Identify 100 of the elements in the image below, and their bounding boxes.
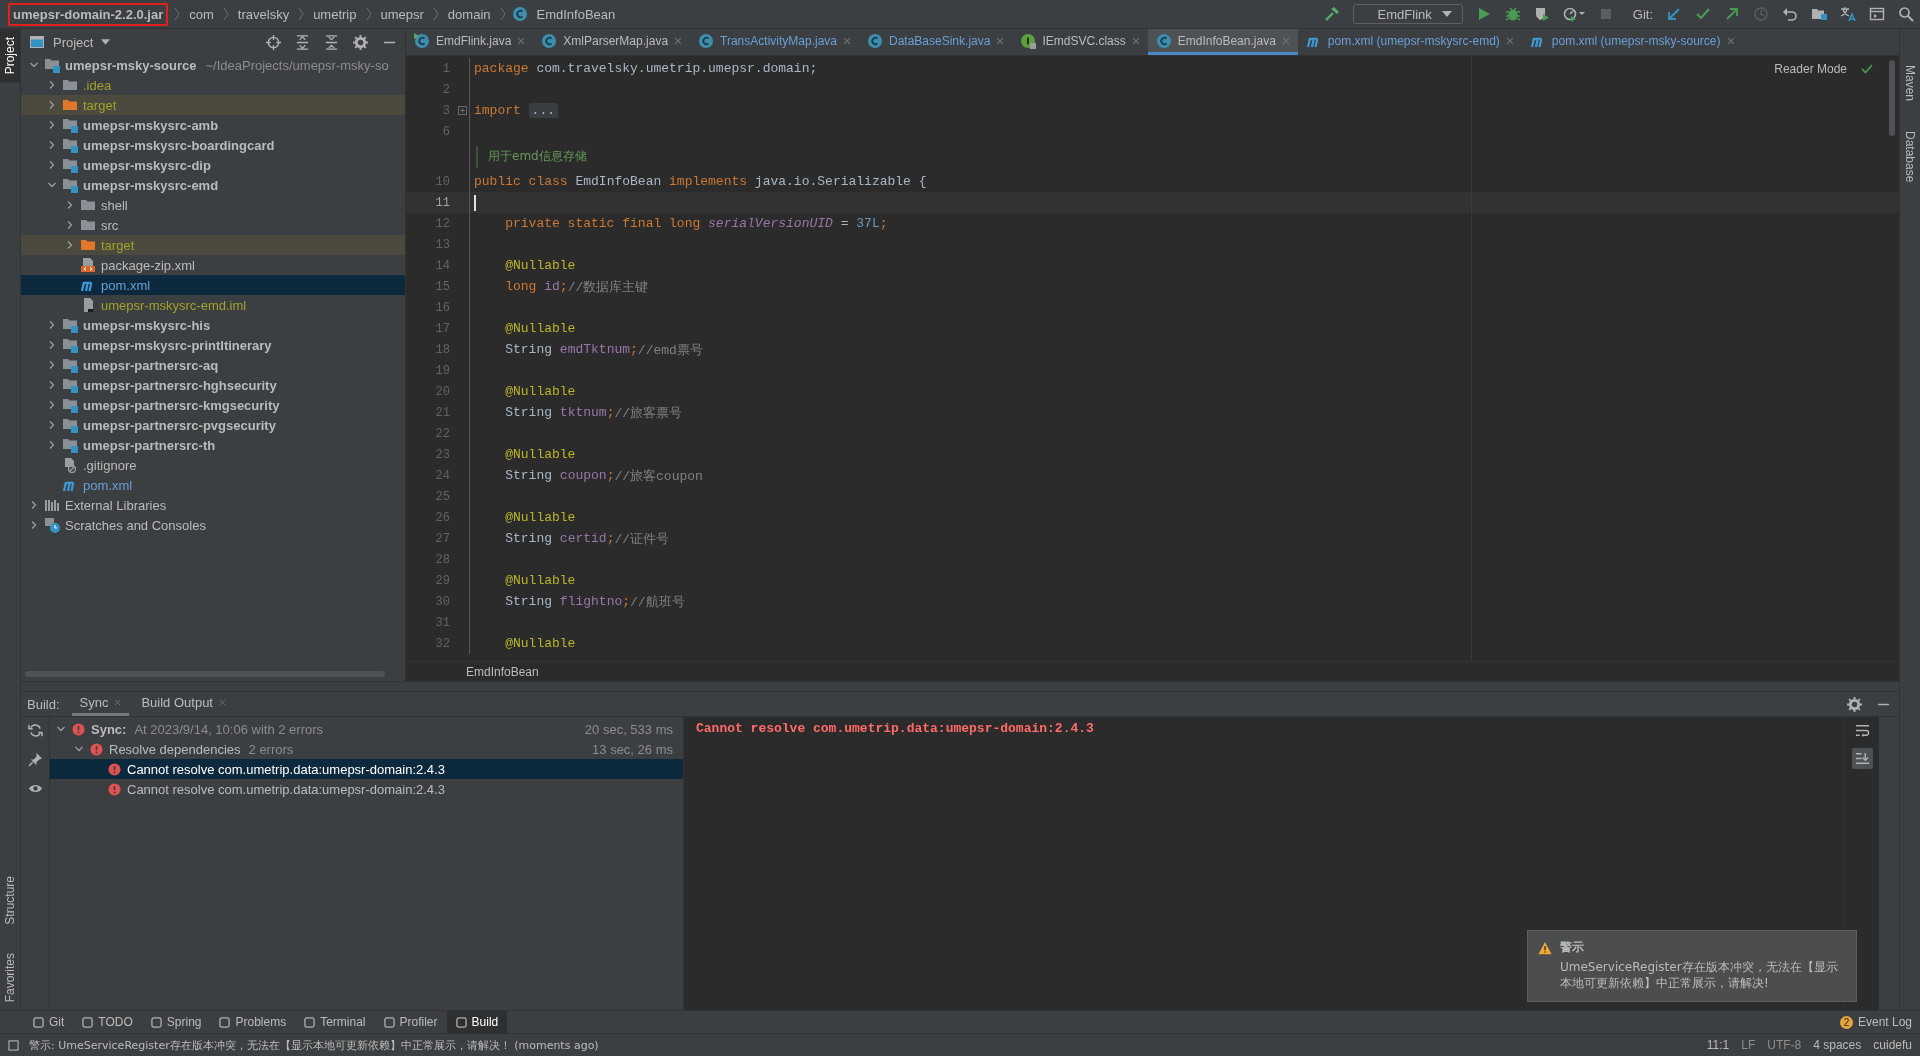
- breadcrumb-item[interactable]: umetrip: [310, 4, 360, 24]
- tree-item[interactable]: target: [21, 95, 405, 115]
- editor-tab[interactable]: EmdFlink.java: [406, 29, 534, 55]
- tree-item[interactable]: umepsr-mskysrc-amb: [21, 115, 405, 135]
- folded-code[interactable]: ...: [528, 103, 558, 118]
- tool-window-tab[interactable]: Maven: [1900, 57, 1920, 110]
- close-icon[interactable]: [517, 36, 526, 45]
- tool-window-button[interactable]: Spring: [141, 1011, 211, 1033]
- search-icon[interactable]: [1898, 6, 1914, 22]
- translate-icon[interactable]: [1840, 6, 1856, 22]
- settings-icon[interactable]: [353, 34, 368, 50]
- build-tree-item[interactable]: Sync: At 2023/9/14, 10:06 with 2 errors 20 sec, 533 ms: [50, 719, 683, 739]
- tool-window-tab[interactable]: Structure: [0, 867, 20, 933]
- build-tree-item[interactable]: Resolve dependencies 2 errors 13 sec, 26 ms: [50, 739, 683, 759]
- panel-tab[interactable]: Build Output: [133, 692, 234, 716]
- window-icon[interactable]: [1869, 6, 1885, 22]
- tool-window-button[interactable]: Git: [24, 1011, 74, 1033]
- close-icon[interactable]: [219, 699, 226, 706]
- tree-item[interactable]: src: [21, 215, 405, 235]
- tree-item[interactable]: umepsr-mskysrc-dip: [21, 155, 405, 175]
- editor-tab[interactable]: DataBaseSink.java: [859, 29, 1013, 55]
- expand-all-icon[interactable]: [295, 34, 310, 50]
- fold-icon[interactable]: [457, 106, 467, 115]
- tree-item[interactable]: umepsr-partnersrc-aq: [21, 355, 405, 375]
- close-icon[interactable]: [996, 36, 1005, 45]
- settings-icon[interactable]: [1847, 696, 1862, 712]
- arrow-up-right-icon[interactable]: [1724, 6, 1740, 22]
- editor-tab[interactable]: XmlParserMap.java: [533, 29, 691, 55]
- tree-item[interactable]: target: [21, 235, 405, 255]
- bug-icon[interactable]: [1504, 6, 1521, 22]
- close-icon[interactable]: [1131, 36, 1140, 45]
- git-branch[interactable]: cuidefu: [1873, 1038, 1912, 1052]
- caret-position[interactable]: 11:1: [1706, 1038, 1730, 1052]
- tree-item[interactable]: .idea: [21, 75, 405, 95]
- wrap-icon[interactable]: [1854, 723, 1870, 738]
- tool-window-button[interactable]: Profiler: [374, 1011, 447, 1033]
- editor-tab[interactable]: pom.xml (umepsr-msky-source): [1521, 29, 1743, 55]
- breadcrumb-item[interactable]: travelsky: [234, 4, 293, 24]
- pin-icon[interactable]: [27, 752, 43, 767]
- close-icon[interactable]: [674, 36, 683, 45]
- event-log-button[interactable]: 2 Event Log: [1839, 1015, 1912, 1029]
- scrollbar-thumb[interactable]: [1889, 60, 1895, 136]
- tree-item[interactable]: umepsr-msky-source ~/IdeaProjects/umepsr-msky-so: [21, 55, 405, 75]
- tree-item[interactable]: umepsr-mskysrc-boardingcard: [21, 135, 405, 155]
- folder-icon[interactable]: [1811, 6, 1827, 22]
- tool-window-tab[interactable]: Favorites: [0, 944, 20, 1010]
- tree-item[interactable]: umepsr-partnersrc-kmgsecurity: [21, 395, 405, 415]
- tree-item[interactable]: umepsr-mskysrc-printItinerary: [21, 335, 405, 355]
- tree-item[interactable]: pom.xml: [21, 475, 405, 495]
- indent-setting[interactable]: 4 spaces: [1813, 1038, 1862, 1052]
- tree-item[interactable]: umepsr-partnersrc-th: [21, 435, 405, 455]
- crosshair-icon[interactable]: [266, 34, 281, 50]
- refresh-icon[interactable]: [27, 723, 43, 738]
- hammer-icon[interactable]: [1323, 6, 1340, 22]
- gauge-run-icon[interactable]: [1562, 6, 1585, 22]
- square-icon[interactable]: [8, 1039, 19, 1051]
- file-encoding[interactable]: UTF-8: [1767, 1038, 1802, 1052]
- tree-item[interactable]: umepsr-partnersrc-pvgsecurity: [21, 415, 405, 435]
- editor-tab[interactable]: pom.xml (umepsr-mskysrc-emd): [1297, 29, 1522, 55]
- tree-item[interactable]: pom.xml: [21, 275, 405, 295]
- close-icon[interactable]: [843, 36, 851, 45]
- collapse-all-icon[interactable]: [324, 34, 339, 50]
- line-separator[interactable]: LF: [1741, 1038, 1756, 1052]
- breadcrumb-item[interactable]: domain: [444, 4, 494, 24]
- tree-item[interactable]: shell: [21, 195, 405, 215]
- reader-mode-button[interactable]: Reader Mode: [1774, 62, 1847, 76]
- checkmark-icon[interactable]: [1695, 6, 1711, 22]
- breadcrumb-item[interactable]: EmdInfoBean: [466, 664, 539, 679]
- view-dropdown[interactable]: Project: [53, 34, 111, 50]
- editor-tab[interactable]: IEmdSVC.class: [1012, 29, 1148, 55]
- arrow-down-left-icon[interactable]: [1666, 6, 1682, 22]
- tool-window-button[interactable]: TODO: [73, 1011, 142, 1033]
- tool-window-tab[interactable]: Database: [1900, 123, 1920, 191]
- run-configuration-dropdown[interactable]: EmdFlink: [1352, 4, 1463, 24]
- scroll-to-end-button[interactable]: [1851, 748, 1873, 769]
- build-tree-item[interactable]: Cannot resolve com.umetrip.data:umepsr-domain:2.4.3: [50, 759, 683, 779]
- close-icon[interactable]: [1726, 36, 1735, 45]
- tree-item[interactable]: umepsr-partnersrc-hghsecurity: [21, 375, 405, 395]
- tool-window-button[interactable]: Terminal: [295, 1011, 375, 1033]
- tree-item[interactable]: umepsr-mskysrc-emd.iml: [21, 295, 405, 315]
- editor-tab[interactable]: EmdInfoBean.java: [1147, 29, 1298, 55]
- editor-tab[interactable]: TransActivityMap.java: [690, 29, 859, 55]
- tree-item[interactable]: External Libraries: [21, 495, 405, 515]
- undo-icon[interactable]: [1782, 6, 1798, 22]
- breadcrumb-item[interactable]: EmdInfoBean: [533, 4, 619, 24]
- tool-window-button[interactable]: Build: [446, 1011, 508, 1033]
- tree-item[interactable]: umepsr-mskysrc-his: [21, 315, 405, 335]
- close-icon[interactable]: [1505, 36, 1514, 45]
- tool-window-button[interactable]: Problems: [210, 1011, 296, 1033]
- shield-run-icon[interactable]: [1533, 6, 1550, 22]
- breadcrumb-item[interactable]: umepsr-domain-2.2.0.jar: [8, 2, 169, 26]
- panel-tab[interactable]: Sync: [71, 692, 130, 716]
- tree-item[interactable]: package-zip.xml: [21, 255, 405, 275]
- tree-item[interactable]: umepsr-mskysrc-emd: [21, 175, 405, 195]
- tree-item[interactable]: .gitignore: [21, 455, 405, 475]
- build-tree-item[interactable]: Cannot resolve com.umetrip.data:umepsr-domain:2.4.3: [50, 779, 683, 799]
- breadcrumb-item[interactable]: com: [186, 4, 217, 24]
- close-icon[interactable]: [114, 699, 122, 706]
- breadcrumb-item[interactable]: umepsr: [377, 4, 427, 24]
- tree-item[interactable]: Scratches and Consoles: [21, 515, 405, 535]
